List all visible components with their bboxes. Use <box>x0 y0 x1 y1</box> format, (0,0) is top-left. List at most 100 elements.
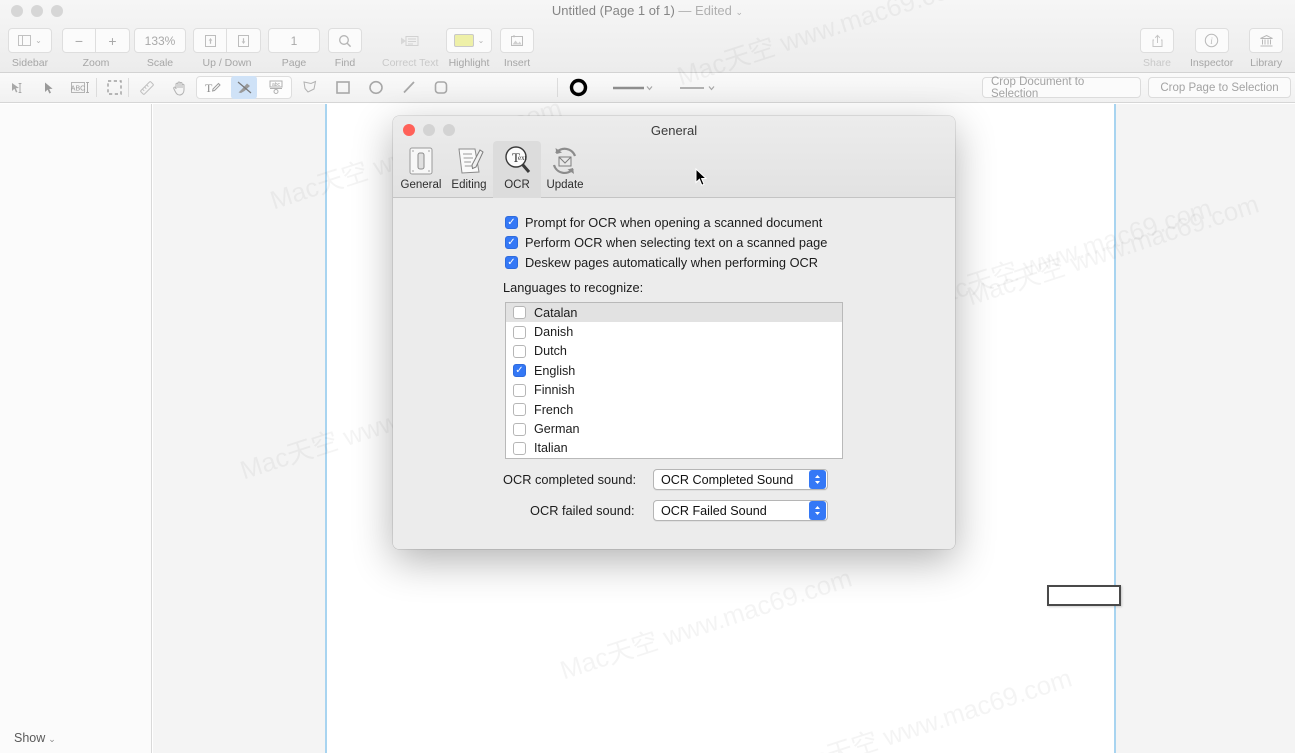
line-style-dropdown[interactable] <box>668 76 726 99</box>
checkbox-indicator[interactable] <box>513 403 526 417</box>
list-item[interactable]: English <box>506 361 842 380</box>
page-number-input[interactable]: 1 <box>268 28 320 53</box>
chevron-updown-icon[interactable] <box>809 470 826 489</box>
checkbox-deskew-pages[interactable]: Deskew pages automatically when performi… <box>505 255 818 270</box>
hand-tool[interactable] <box>166 76 192 99</box>
checkbox-indicator[interactable] <box>513 422 526 436</box>
ocr-prefs-icon: Text <box>501 143 533 179</box>
chevron-down-icon[interactable]: ⌄ <box>478 36 485 45</box>
toolbar-inspector[interactable]: i Inspector <box>1190 28 1233 69</box>
show-label: Show <box>14 731 46 745</box>
info-icon[interactable]: i <box>1194 28 1229 53</box>
svg-text:T: T <box>205 81 213 95</box>
page-down-icon[interactable] <box>227 28 261 53</box>
polygon-tool[interactable] <box>297 76 323 99</box>
ocr-completed-sound-label: OCR completed sound: <box>503 472 637 487</box>
language-label: Dutch <box>534 344 567 359</box>
toolbar-insert[interactable]: Insert <box>500 28 534 69</box>
checkbox-indicator[interactable] <box>513 344 526 358</box>
tab-general[interactable]: General <box>397 141 445 198</box>
checkbox-indicator[interactable] <box>513 441 526 455</box>
rectangle-annotation[interactable] <box>1047 585 1121 606</box>
checkbox-indicator[interactable] <box>505 256 518 269</box>
stroke-color-swatch[interactable] <box>566 76 590 99</box>
list-item[interactable]: German <box>506 419 842 438</box>
page-up-icon[interactable] <box>193 28 227 53</box>
preferences-dialog[interactable]: General General Editing Text OCR Update … <box>393 116 955 549</box>
checkbox-indicator[interactable] <box>513 364 526 378</box>
toolbar-library[interactable]: Library <box>1249 28 1284 69</box>
list-item[interactable]: Italian <box>506 439 842 458</box>
toolbar-zoom[interactable]: − + Zoom <box>62 28 130 69</box>
list-item[interactable]: Finnish <box>506 381 842 400</box>
checkbox-indicator[interactable] <box>513 383 526 397</box>
toolbar-scale[interactable]: 133% Scale <box>134 28 186 69</box>
zoom-in-button[interactable]: + <box>96 28 130 53</box>
ocr-text-tool[interactable]: ABC <box>68 76 94 99</box>
tab-editing[interactable]: Editing <box>445 141 493 198</box>
sidebar-icon[interactable]: ⌄ <box>8 28 52 53</box>
checkbox-indicator[interactable] <box>513 306 526 320</box>
library-icon[interactable] <box>1249 28 1284 53</box>
toolbar-correct-text: Correct Text <box>382 28 438 69</box>
checkbox-perform-ocr-on-select[interactable]: Perform OCR when selecting text on a sca… <box>505 235 827 250</box>
languages-list[interactable]: Catalan Danish Dutch English Finnish <box>505 302 843 459</box>
arrow-select-tool[interactable] <box>36 76 62 99</box>
checkbox-indicator[interactable] <box>505 216 518 229</box>
thumbnail-sidebar[interactable]: Show ⌄ <box>0 104 152 753</box>
general-prefs-icon <box>405 143 437 179</box>
text-annotation-tool[interactable]: T <box>199 76 225 99</box>
highlight-color-swatch[interactable] <box>453 34 474 47</box>
title-chevron-down-icon[interactable]: ⌄ <box>736 7 744 17</box>
list-item[interactable]: Catalan <box>506 303 842 323</box>
zoom-out-button[interactable]: − <box>62 28 96 53</box>
dialog-titlebar: General General Editing Text OCR Update <box>393 116 955 198</box>
line-tool[interactable] <box>396 76 422 99</box>
checkbox-prompt-for-ocr[interactable]: Prompt for OCR when opening a scanned do… <box>505 215 822 230</box>
line-width-dropdown[interactable] <box>604 76 662 99</box>
square-tool[interactable] <box>330 76 356 99</box>
ocr-completed-sound-select[interactable]: OCR Completed Sound <box>653 469 828 490</box>
show-options-button[interactable]: Show ⌄ <box>14 731 56 745</box>
toolbar-sidebar[interactable]: ⌄ Sidebar <box>8 28 52 69</box>
checkbox-indicator[interactable] <box>505 236 518 249</box>
toolbar-share[interactable]: Share <box>1140 28 1174 69</box>
preferences-tabs[interactable]: General Editing Text OCR Update <box>397 141 589 198</box>
language-label: Italian <box>534 441 568 456</box>
chevron-down-icon[interactable]: ⌄ <box>35 36 42 45</box>
tab-ocr[interactable]: Text OCR <box>493 141 541 198</box>
scale-value[interactable]: 133% <box>134 28 186 53</box>
rounded-rect-tool[interactable] <box>428 76 454 99</box>
text-select-tool[interactable] <box>4 76 30 99</box>
highlighter-tool[interactable] <box>231 76 257 99</box>
stamp-tool[interactable]: abc <box>263 76 289 99</box>
language-label: French <box>534 402 574 417</box>
page-guide-left <box>325 104 327 753</box>
ruler-tool[interactable] <box>134 76 160 99</box>
crop-page-to-selection-button[interactable]: Crop Page to Selection <box>1148 77 1291 98</box>
search-icon[interactable] <box>328 28 362 53</box>
toolbar-highlight[interactable]: ⌄ Highlight <box>446 28 492 69</box>
svg-text:ext: ext <box>518 154 527 162</box>
checkbox-label: Prompt for OCR when opening a scanned do… <box>525 215 823 230</box>
crop-document-to-selection-button[interactable]: Crop Document to Selection <box>982 76 1141 100</box>
list-item[interactable]: Danish <box>506 322 842 341</box>
insert-image-icon[interactable] <box>500 28 534 53</box>
toolbar-up-down[interactable]: Up / Down <box>193 28 261 69</box>
marquee-select-tool[interactable] <box>101 76 127 99</box>
tab-label-editing: Editing <box>451 179 487 191</box>
list-item[interactable]: French <box>506 400 842 419</box>
languages-to-recognize-label: Languages to recognize: <box>503 280 644 295</box>
share-icon[interactable] <box>1140 28 1174 53</box>
highlight-icon[interactable]: ⌄ <box>446 28 492 53</box>
toolbar-label-inspector: Inspector <box>1190 57 1234 69</box>
toolbar-find[interactable]: Find <box>328 28 362 69</box>
checkbox-indicator[interactable] <box>513 325 526 339</box>
list-item[interactable]: Dutch <box>506 342 842 361</box>
chevron-updown-icon[interactable] <box>809 501 826 520</box>
tab-update[interactable]: Update <box>541 141 589 198</box>
ocr-failed-sound-select[interactable]: OCR Failed Sound <box>653 500 828 521</box>
toolbar-page[interactable]: 1 Page <box>268 28 320 69</box>
circle-tool[interactable] <box>363 76 389 99</box>
svg-text:abc: abc <box>272 82 281 88</box>
